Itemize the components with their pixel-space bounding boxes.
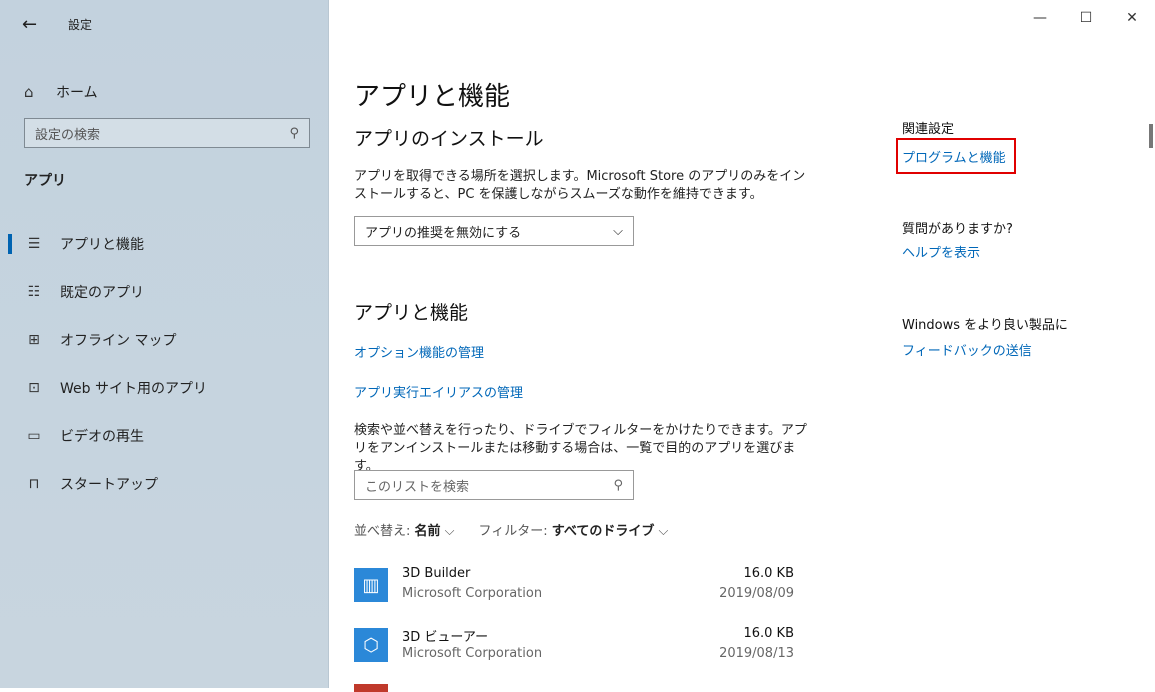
settings-search-input[interactable]: 設定の検索 ⚲ [24, 118, 310, 148]
help-heading: 質問がありますか? [902, 222, 1013, 237]
install-heading: アプリのインストール [354, 128, 544, 150]
app-publisher: Microsoft Corporation [402, 646, 543, 661]
3d-builder-icon: ▥ [354, 568, 388, 602]
search-icon[interactable]: ⚲ [613, 478, 623, 493]
chevron-down-icon: ⌵ [613, 223, 623, 239]
highlight-box [896, 138, 1016, 174]
video-icon: ▭ [27, 428, 41, 444]
app-name: 3D ビューアー [402, 630, 489, 645]
sidebar-item-video-playback[interactable]: ▭ ビデオの再生 [0, 412, 328, 460]
home-icon: ⌂ [24, 83, 34, 101]
chevron-down-icon: ⌵ [444, 524, 455, 539]
app-list-search-placeholder: このリストを検索 [365, 479, 470, 495]
app-size: 16.0 KB [743, 626, 794, 641]
settings-search-placeholder: 設定の検索 [35, 127, 101, 143]
app-alias-link[interactable]: アプリ実行エイリアスの管理 [354, 382, 523, 401]
filter-label: フィルター: [478, 524, 552, 539]
get-help-link[interactable]: ヘルプを表示 [902, 242, 980, 261]
app-list-search-input[interactable]: このリストを検索 ⚲ [354, 470, 634, 500]
sort-label: 並べ替え: [354, 524, 415, 539]
cube-icon: ⬡ [354, 628, 388, 662]
sidebar-item-apps-features[interactable]: ☰ アプリと機能 [0, 220, 328, 268]
filter-dropdown[interactable]: フィルター: すべてのドライブ ⌵ [479, 520, 669, 539]
sidebar-item-default-apps[interactable]: ☷ 既定のアプリ [0, 268, 328, 316]
apps-features-icon: ☰ [27, 236, 41, 252]
features-heading: アプリと機能 [354, 302, 469, 324]
sidebar-item-startup[interactable]: ⊓ スタートアップ [0, 460, 328, 508]
feedback-link[interactable]: フィードバックの送信 [902, 340, 1032, 359]
scrollbar-thumb[interactable] [1149, 124, 1153, 148]
sidebar-item-label: スタートアップ [60, 477, 158, 493]
sidebar-section-label: アプリ [24, 173, 66, 189]
app-date: 2019/08/09 [719, 586, 794, 601]
window-title: 設定 [68, 18, 93, 32]
app-date: 2019/08/13 [719, 646, 794, 661]
install-source-dropdown[interactable]: アプリの推奨を無効にする ⌵ [354, 216, 634, 246]
sort-value: 名前 [414, 524, 441, 539]
related-settings-heading: 関連設定 [902, 122, 955, 137]
scrollbar[interactable] [1147, 110, 1155, 630]
home-label: ホーム [56, 85, 98, 101]
sidebar-item-label: ビデオの再生 [60, 429, 144, 445]
default-apps-icon: ☷ [27, 284, 41, 300]
install-description: アプリを取得できる場所を選択します。Microsoft Store のアプリのみ… [354, 169, 806, 202]
search-description: 検索や並べ替えを行ったり、ドライブでフィルターをかけたりできます。アプリをアンイ… [354, 423, 807, 474]
titlebar: ← 設定 [22, 14, 92, 35]
app-size: 16.0 KB [743, 566, 794, 581]
chevron-down-icon: ⌵ [658, 524, 669, 539]
optional-features-link[interactable]: オプション機能の管理 [354, 342, 484, 361]
sidebar-item-label: アプリと機能 [60, 237, 144, 253]
filter-value: すべてのドライブ [551, 524, 655, 539]
map-icon: ⊞ [28, 332, 40, 348]
window-controls: — ☐ ✕ [1017, 10, 1155, 26]
search-icon[interactable]: ⚲ [289, 126, 299, 141]
next-app-icon [354, 684, 388, 692]
page-title: アプリと機能 [354, 82, 511, 112]
maximize-button[interactable]: ☐ [1063, 10, 1109, 26]
list-item[interactable]: ⬡ 3D ビューアー Microsoft Corporation 16.0 KB… [354, 624, 794, 670]
minimize-button[interactable]: — [1017, 10, 1063, 26]
startup-icon: ⊓ [28, 476, 40, 492]
app-name: 3D Builder [402, 566, 471, 581]
back-icon[interactable]: ← [22, 14, 42, 35]
feedback-heading: Windows をより良い製品に [902, 318, 1068, 333]
sidebar-item-web-apps[interactable]: ⊡ Web サイト用のアプリ [0, 364, 328, 412]
close-button[interactable]: ✕ [1109, 10, 1155, 26]
web-apps-icon: ⊡ [28, 380, 40, 396]
sidebar-home[interactable]: ⌂ ホーム [24, 82, 98, 102]
sort-dropdown[interactable]: 並べ替え: 名前 ⌵ [354, 520, 455, 539]
sidebar-item-label: Web サイト用のアプリ [60, 381, 207, 397]
sidebar-item-offline-maps[interactable]: ⊞ オフライン マップ [0, 316, 328, 364]
sort-filter-row: 並べ替え: 名前 ⌵ フィルター: すべてのドライブ ⌵ [354, 520, 668, 539]
install-source-value: アプリの推奨を無効にする [365, 225, 522, 241]
list-item[interactable]: ▥ 3D Builder Microsoft Corporation 16.0 … [354, 564, 794, 610]
sidebar-nav: ☰ アプリと機能 ☷ 既定のアプリ ⊞ オフライン マップ ⊡ Web サイト用… [0, 220, 328, 508]
sidebar: ← 設定 ⌂ ホーム 設定の検索 ⚲ アプリ ☰ アプリと機能 ☷ 既定のアプリ… [0, 0, 329, 688]
sidebar-item-label: 既定のアプリ [60, 285, 144, 301]
app-publisher: Microsoft Corporation [402, 586, 543, 601]
sidebar-item-label: オフライン マップ [60, 333, 177, 349]
